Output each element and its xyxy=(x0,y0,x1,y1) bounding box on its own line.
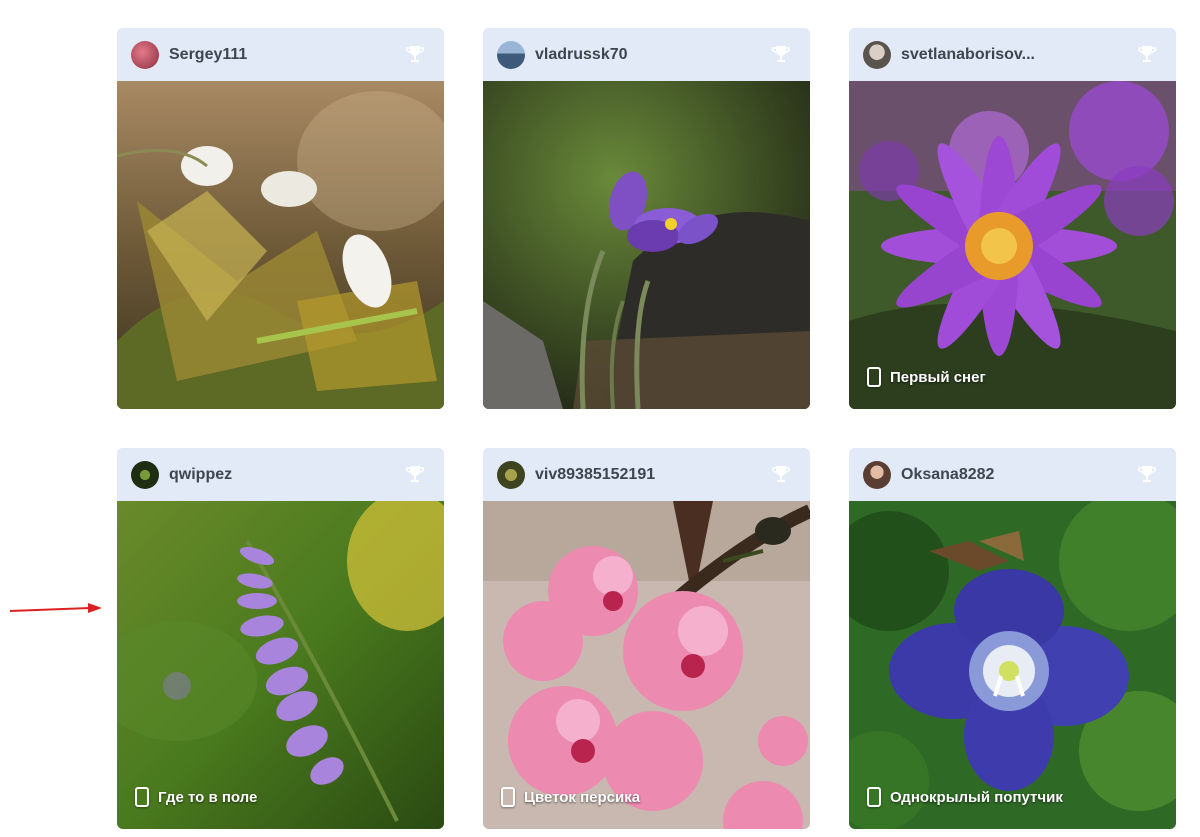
username[interactable]: Oksana8282 xyxy=(901,466,994,484)
avatar[interactable] xyxy=(131,460,159,489)
photo-caption: Однокрылый попутчик xyxy=(867,787,1063,807)
caption-text: Цветок персика xyxy=(524,788,641,806)
flower-photo[interactable] xyxy=(117,81,444,409)
caption-text: Где то в поле xyxy=(158,788,258,806)
avatar[interactable] xyxy=(131,40,159,69)
trophy-icon[interactable] xyxy=(404,43,426,65)
phone-icon xyxy=(867,367,881,387)
flower-photo[interactable]: Цветок персика xyxy=(483,501,810,829)
trophy-icon[interactable] xyxy=(1136,43,1158,65)
card-header: Sergey111 xyxy=(117,28,444,81)
photo-caption: Цветок персика xyxy=(501,787,640,807)
red-arrow-icon xyxy=(9,603,102,613)
username[interactable]: Sergey111 xyxy=(169,46,247,64)
photo-card[interactable]: svetlanaborisov... Первый снег xyxy=(849,28,1176,409)
card-header: svetlanaborisov... xyxy=(849,28,1176,81)
username[interactable]: svetlanaborisov... xyxy=(901,46,1035,64)
phone-icon xyxy=(501,787,515,807)
photo-caption: Где то в поле xyxy=(135,787,257,807)
trophy-icon[interactable] xyxy=(1136,463,1158,485)
card-header: Oksana8282 xyxy=(849,448,1176,501)
username[interactable]: qwippez xyxy=(169,466,232,484)
photo-card[interactable]: qwippez Где то в поле xyxy=(117,448,444,829)
avatar[interactable] xyxy=(497,40,525,69)
photo-caption: Первый снег xyxy=(867,367,986,387)
photo-card[interactable]: viv89385152191 Цветок персика xyxy=(483,448,810,829)
card-header: viv89385152191 xyxy=(483,448,810,501)
username[interactable]: viv89385152191 xyxy=(535,466,655,484)
card-header: qwippez xyxy=(117,448,444,501)
trophy-icon[interactable] xyxy=(770,43,792,65)
trophy-icon[interactable] xyxy=(770,463,792,485)
trophy-icon[interactable] xyxy=(404,463,426,485)
photo-card[interactable]: vladrussk70 xyxy=(483,28,810,409)
avatar[interactable] xyxy=(497,460,525,489)
flower-photo[interactable]: Однокрылый попутчик xyxy=(849,501,1176,829)
phone-icon xyxy=(135,787,149,807)
username[interactable]: vladrussk70 xyxy=(535,46,628,64)
flower-photo[interactable] xyxy=(483,81,810,409)
phone-icon xyxy=(867,787,881,807)
avatar[interactable] xyxy=(863,40,891,69)
card-header: vladrussk70 xyxy=(483,28,810,81)
avatar[interactable] xyxy=(863,460,891,489)
caption-text: Однокрылый попутчик xyxy=(890,788,1063,806)
flower-photo[interactable]: Первый снег xyxy=(849,81,1176,409)
photo-card[interactable]: Oksana8282 Однокрылый попутчик xyxy=(849,448,1176,829)
flower-photo[interactable]: Где то в поле xyxy=(117,501,444,829)
caption-text: Первый снег xyxy=(890,368,986,386)
photo-grid: Sergey111 vladrussk70 svetlanaborisov...… xyxy=(0,0,1200,837)
photo-card[interactable]: Sergey111 xyxy=(117,28,444,409)
